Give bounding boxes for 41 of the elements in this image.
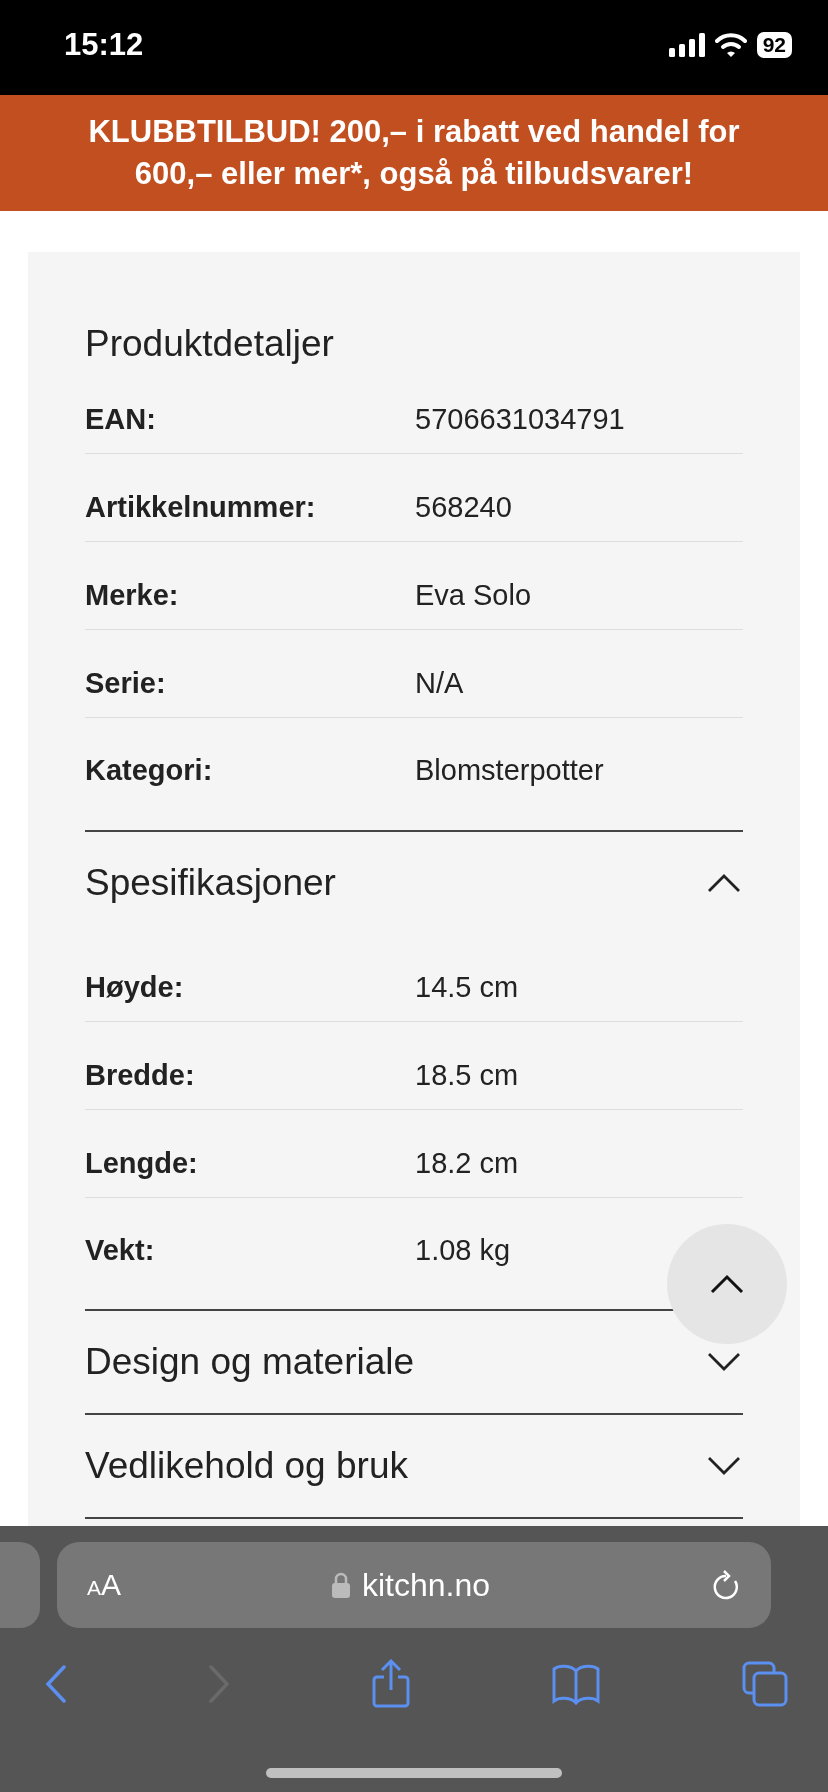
spec-label: Vekt:	[85, 1234, 156, 1267]
spec-value: 1.08 kg	[415, 1234, 512, 1267]
wifi-icon	[714, 32, 747, 57]
chevron-up-icon	[710, 1274, 744, 1294]
spec-value: 18.2 cm	[415, 1147, 520, 1180]
previous-tab-preview[interactable]	[0, 1542, 40, 1628]
signal-icon	[668, 32, 705, 57]
detail-label: Artikkelnummer:	[85, 491, 317, 524]
detail-label: Merke:	[85, 579, 180, 612]
spec-label: Høyde:	[85, 971, 185, 1004]
lock-icon	[331, 1572, 350, 1598]
detail-label: Serie:	[85, 667, 167, 700]
share-icon[interactable]	[370, 1659, 411, 1709]
detail-value: Blomsterpotter	[415, 754, 605, 787]
battery-indicator: 92	[756, 31, 792, 58]
chevron-up-icon	[707, 873, 741, 893]
promo-banner: KLUBBTILBUD! 200,– i rabatt ved handel for 600,– eller mer*, også på tilbudsvarer!	[0, 95, 828, 211]
detail-value: 5706631034791	[415, 403, 626, 436]
detail-value: N/A	[415, 667, 465, 700]
chevron-down-icon	[707, 1456, 741, 1476]
spec-value: 14.5 cm	[415, 971, 520, 1004]
detail-label: EAN:	[85, 403, 157, 436]
address-bar[interactable]: AA kitchn.no	[57, 1542, 771, 1628]
status-time: 15:12	[64, 26, 144, 63]
accordion-header[interactable]: Design og materiale	[85, 1311, 743, 1413]
spec-label: Bredde:	[85, 1059, 196, 1092]
accordion-header[interactable]: Vedlikehold og bruk	[85, 1415, 743, 1517]
chevron-down-icon	[707, 1352, 741, 1372]
book-icon[interactable]	[551, 1663, 602, 1705]
tabs-icon[interactable]	[742, 1661, 788, 1707]
detail-value: 568240	[415, 491, 513, 524]
spec-value: 18.5 cm	[415, 1059, 520, 1092]
spec-label: Lengde:	[85, 1147, 199, 1180]
accordion-header[interactable]: Spesifikasjoner	[85, 832, 743, 934]
section-heading: Produktdetaljer	[85, 322, 335, 366]
reload-icon[interactable]	[711, 1569, 741, 1601]
url-text: kitchn.no	[361, 1566, 491, 1604]
detail-value: Eva Solo	[415, 579, 533, 612]
detail-label: Kategori:	[85, 754, 214, 787]
back-icon[interactable]	[45, 1665, 67, 1703]
text-size-button[interactable]: AA	[87, 1568, 122, 1602]
